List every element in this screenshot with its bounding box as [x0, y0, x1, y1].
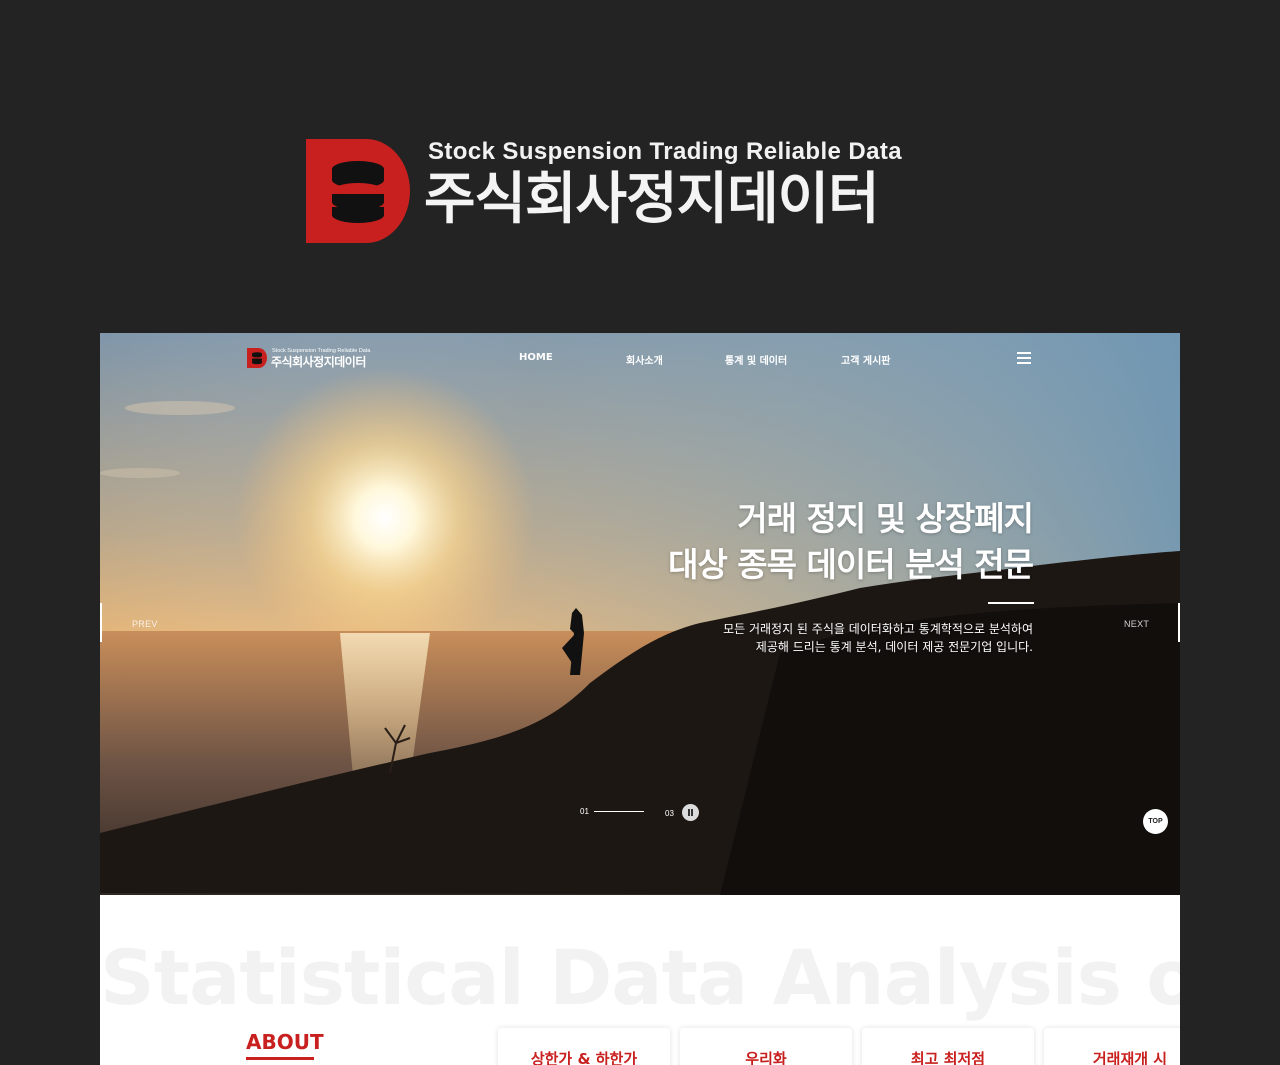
prev-indicator	[100, 603, 102, 642]
pager-progress-fill	[594, 811, 644, 812]
database-logo-icon	[306, 139, 410, 243]
card-label: 거래재개 시	[1092, 1050, 1168, 1065]
pager-progress-track	[594, 811, 644, 812]
card-label: 우리화	[745, 1050, 787, 1065]
card-woori[interactable]: 우리화	[680, 1028, 852, 1065]
nav-company[interactable]: 회사소개	[626, 352, 663, 367]
database-logo-icon	[247, 348, 267, 368]
pager-total: 03	[665, 809, 674, 818]
nav-statistics[interactable]: 통계 및 데이터	[725, 352, 787, 367]
brand-tagline: Stock Suspension Trading Reliable Data	[428, 138, 902, 165]
card-label: 상한가 & 하한가	[530, 1050, 638, 1065]
card-resume[interactable]: 거래재개 시	[1044, 1028, 1180, 1065]
prev-button[interactable]: PREV	[132, 619, 158, 629]
brand-logo: Stock Suspension Trading Reliable Data 주…	[306, 138, 966, 244]
hero-title: 거래 정지 및 상장폐지 대상 종목 데이터 분석 전문	[668, 496, 1034, 588]
site-logo-name: 주식회사정지데이터	[271, 355, 366, 369]
next-button[interactable]: NEXT	[1124, 619, 1149, 629]
hero-title-line-1: 거래 정지 및 상장폐지	[737, 499, 1034, 538]
card-label: 최고 최저점	[910, 1050, 986, 1065]
hero-description-line-2: 제공해 드리는 통계 분석, 데이터 제공 전문기업 입니다.	[755, 640, 1033, 654]
hero-title-line-2: 대상 종목 데이터 분석 전문	[668, 545, 1034, 584]
website-preview: Stock Suspension Trading Reliable Data 주…	[100, 333, 1180, 1065]
hamburger-menu-icon[interactable]	[1017, 352, 1031, 364]
card-high-low[interactable]: 최고 최저점	[862, 1028, 1034, 1065]
site-logo[interactable]: Stock Suspension Trading Reliable Data 주…	[247, 347, 387, 369]
nav-home[interactable]: HOME	[519, 352, 553, 363]
about-underline	[246, 1057, 314, 1060]
scroll-top-button[interactable]: TOP	[1143, 809, 1168, 834]
nav-board[interactable]: 고객 게시판	[841, 352, 890, 367]
brand-name: 주식회사정지데이터	[424, 167, 880, 232]
pause-icon[interactable]	[682, 804, 699, 821]
card-limit[interactable]: 상한가 & 하한가	[498, 1028, 670, 1065]
pager-current: 01	[580, 807, 589, 816]
section-watermark: Statistical Data Analysis of	[100, 933, 1180, 1022]
about-heading: ABOUT	[246, 1030, 324, 1054]
hero-description: 모든 거래정지 된 주식을 데이터화하고 통계학적으로 분석하여 제공해 드리는…	[723, 620, 1033, 656]
next-indicator	[1178, 603, 1180, 642]
hero-slider: Stock Suspension Trading Reliable Data 주…	[100, 333, 1180, 895]
hero-description-line-1: 모든 거래정지 된 주식을 데이터화하고 통계학적으로 분석하여	[723, 622, 1033, 636]
hero-divider	[988, 602, 1034, 604]
